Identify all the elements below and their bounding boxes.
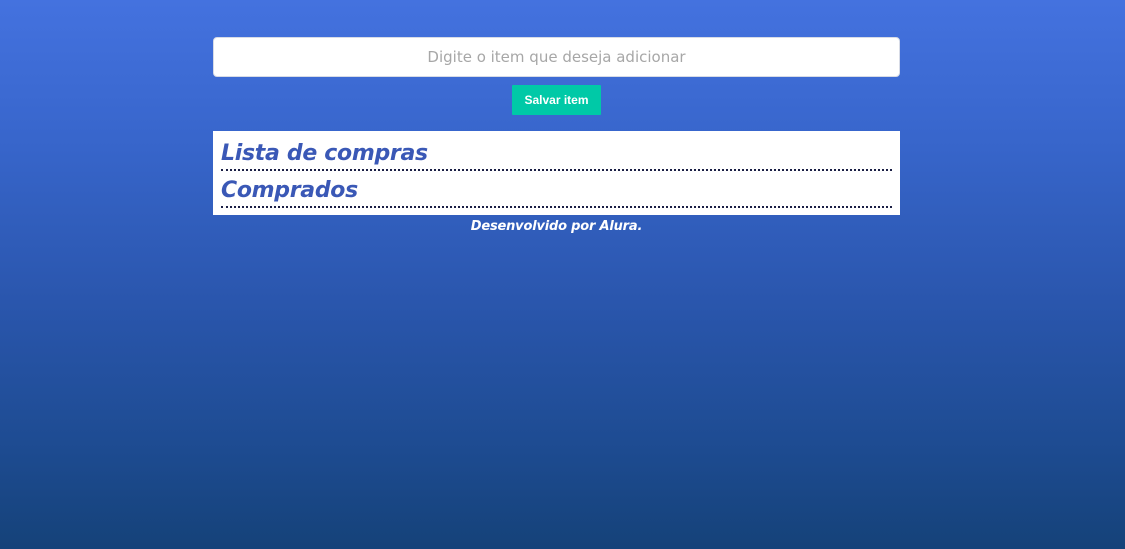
item-input[interactable] <box>213 37 900 77</box>
purchased-list-section: Comprados <box>221 171 892 208</box>
save-item-button[interactable]: Salvar item <box>512 85 601 115</box>
shopping-list-section: Lista de compras <box>221 134 892 171</box>
shopping-list-title: Lista de compras <box>221 141 428 166</box>
save-row: Salvar item <box>213 85 900 115</box>
lists-panel: Lista de compras Comprados <box>213 131 900 215</box>
app-container: Salvar item Lista de compras Comprados D… <box>213 37 900 234</box>
purchased-list-title: Comprados <box>221 178 358 203</box>
footer-credit: Desenvolvido por Alura. <box>470 219 643 234</box>
